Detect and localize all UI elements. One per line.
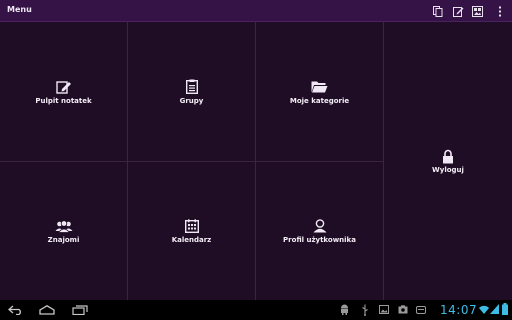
tile-label: Kalendarz <box>171 236 212 244</box>
tile-grupy[interactable]: Grupy <box>128 22 255 161</box>
usb-icon <box>361 304 369 316</box>
tile-label: Pulpit notatek <box>35 96 92 105</box>
friends-icon <box>55 218 73 234</box>
user-icon <box>311 218 329 234</box>
screenshot-icon <box>398 305 408 314</box>
tile-moje-kategorie[interactable]: Moje kategorie <box>256 22 383 161</box>
image-icon <box>379 305 389 314</box>
tile-label: Grupy <box>179 96 204 105</box>
menu-grid: Pulpit notatek Grupy Moje kategorie Wylo… <box>0 22 512 300</box>
folder-icon <box>311 79 329 95</box>
tile-wyloguj[interactable]: Wyloguj <box>384 22 512 300</box>
lock-icon <box>439 148 457 164</box>
clipboard-icon <box>183 79 201 95</box>
note-edit-icon <box>55 79 73 95</box>
gallery-icon[interactable] <box>471 5 483 17</box>
action-bar-title: Menu <box>7 5 32 14</box>
recent-apps-icon[interactable] <box>72 305 88 315</box>
system-bar: 14:07 <box>0 300 512 320</box>
copy-icon[interactable] <box>432 5 444 17</box>
edit-note-icon[interactable] <box>452 5 464 17</box>
signal-icon <box>490 304 499 314</box>
tile-label: Moje kategorie <box>289 96 350 105</box>
tile-label: Wyloguj <box>432 166 464 174</box>
back-icon[interactable] <box>8 305 24 315</box>
wifi-icon <box>479 305 489 314</box>
storage-icon <box>416 306 426 314</box>
tile-label: Znajomi <box>47 236 80 244</box>
status-clock: 14:07 <box>440 303 478 317</box>
tile-profil-uzytkownika[interactable]: Profil użytkownika <box>256 162 383 300</box>
action-bar: Menu <box>0 0 512 22</box>
tile-pulpit-notatek[interactable]: Pulpit notatek <box>0 22 127 161</box>
android-icon <box>340 304 349 315</box>
tile-znajomi[interactable]: Znajomi <box>0 162 127 300</box>
calendar-icon <box>183 218 201 234</box>
battery-icon <box>502 303 508 315</box>
home-icon[interactable] <box>39 305 55 315</box>
overflow-menu-icon[interactable] <box>494 5 506 17</box>
app-screen: Menu Pulpit notatek Grupy Moje kategorie… <box>0 0 512 320</box>
tile-kalendarz[interactable]: Kalendarz <box>128 162 255 300</box>
tile-label: Profil użytkownika <box>283 236 356 244</box>
